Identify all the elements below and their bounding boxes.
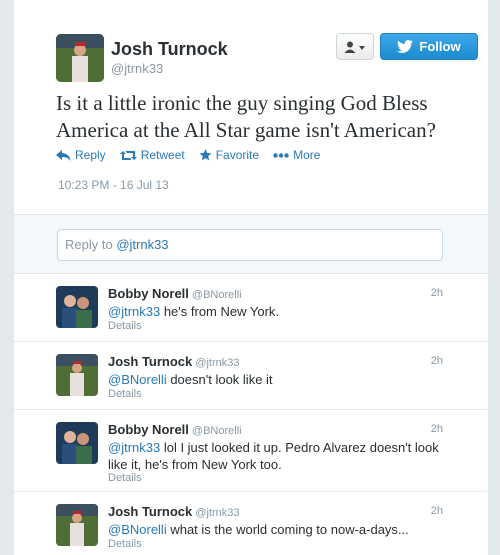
reply-details-link[interactable]: Details	[108, 388, 142, 400]
author-avatar[interactable]	[56, 34, 104, 82]
reply-avatar[interactable]	[56, 354, 98, 396]
user-menu-icon	[344, 41, 365, 53]
reply-time[interactable]: 2h	[431, 355, 443, 367]
reply-author-name: Bobby Norell	[108, 286, 189, 301]
favorite-label: Favorite	[215, 148, 260, 162]
reply-avatar[interactable]	[56, 422, 98, 464]
reply-item[interactable]: Josh Turnock @jtrnk33 2h @BNorelli what i…	[14, 492, 488, 555]
reply-author-name: Bobby Norell	[108, 422, 189, 437]
reply-input[interactable]: Reply to @jtrnk33	[57, 229, 443, 261]
reply-placeholder-mention: @jtrnk33	[116, 237, 169, 252]
reply-mention[interactable]: @BNorelli	[108, 372, 167, 387]
reply-text: @jtrnk33 lol I just looked it up. Pedro …	[108, 439, 446, 473]
reply-author-name: Josh Turnock	[108, 504, 193, 519]
more-dots-icon	[273, 152, 289, 158]
reply-time[interactable]: 2h	[431, 287, 443, 299]
follow-button[interactable]: Follow	[380, 33, 478, 60]
reply-placeholder-prefix: Reply to	[65, 237, 117, 252]
reply-mention[interactable]: @jtrnk33	[108, 304, 160, 319]
retweet-label: Retweet	[140, 148, 185, 162]
reply-mention[interactable]: @jtrnk33	[108, 440, 160, 455]
reply-item[interactable]: Bobby Norell @BNorelli 2h @jtrnk33 he's f…	[14, 274, 488, 342]
tweet-text: Is it a little ironic the guy singing Go…	[56, 91, 436, 142]
reply-label: Reply	[75, 148, 106, 162]
retweet-icon	[119, 150, 137, 160]
more-label: More	[293, 148, 321, 162]
reply-text: @BNorelli what is the world coming to no…	[108, 521, 446, 538]
replies-list: Bobby Norell @BNorelli 2h @jtrnk33 he's f…	[14, 274, 488, 555]
twitter-bird-icon	[397, 40, 414, 53]
reply-author-handle: @jtrnk33	[195, 507, 240, 519]
reply-action[interactable]: Reply	[56, 148, 106, 162]
reply-author[interactable]: Josh Turnock @jtrnk33	[108, 504, 239, 519]
author-name[interactable]: Josh Turnock	[111, 39, 228, 60]
reply-author[interactable]: Bobby Norell @BNorelli	[108, 422, 242, 437]
favorite-action[interactable]: Favorite	[199, 148, 259, 162]
reply-author[interactable]: Josh Turnock @jtrnk33	[108, 354, 239, 369]
reply-details-link[interactable]: Details	[108, 538, 142, 550]
reply-avatar[interactable]	[56, 286, 98, 328]
favorite-star-icon	[199, 149, 212, 161]
follow-label: Follow	[419, 39, 461, 54]
reply-author-handle: @jtrnk33	[195, 357, 240, 369]
reply-time[interactable]: 2h	[431, 423, 443, 435]
reply-author-handle: @BNorelli	[191, 425, 242, 437]
reply-author-name: Josh Turnock	[108, 354, 193, 369]
reply-item[interactable]: Bobby Norell @BNorelli 2h @jtrnk33 lol I …	[14, 410, 488, 492]
reply-text: @BNorelli doesn't look like it	[108, 371, 446, 388]
reply-body: what is the world coming to now-a-days..…	[166, 522, 409, 537]
more-action[interactable]: More	[273, 148, 320, 162]
reply-mention[interactable]: @BNorelli	[108, 522, 167, 537]
tweet-actions: Reply Retweet Favorite More	[56, 148, 334, 162]
retweet-action[interactable]: Retweet	[119, 148, 185, 162]
author-handle[interactable]: @jtrnk33	[111, 61, 163, 76]
tweet-card: Josh Turnock @jtrnk33 Follow Is it a lit…	[13, 0, 489, 555]
reply-body: he's from New York.	[160, 304, 280, 319]
reply-item[interactable]: Josh Turnock @jtrnk33 2h @BNorelli doesn'…	[14, 342, 488, 410]
reply-body: doesn't look like it	[166, 372, 273, 387]
reply-author[interactable]: Bobby Norell @BNorelli	[108, 286, 242, 301]
reply-time[interactable]: 2h	[431, 505, 443, 517]
reply-icon	[56, 149, 71, 161]
reply-details-link[interactable]: Details	[108, 320, 142, 332]
reply-details-link[interactable]: Details	[108, 472, 142, 484]
reply-composer: Reply to @jtrnk33	[14, 214, 488, 274]
tweet-timestamp[interactable]: 10:23 PM - 16 Jul 13	[58, 178, 169, 192]
reply-avatar[interactable]	[56, 504, 98, 546]
main-tweet: Josh Turnock @jtrnk33 Follow Is it a lit…	[14, 0, 488, 214]
user-actions-button[interactable]	[336, 33, 374, 60]
reply-author-handle: @BNorelli	[191, 289, 242, 301]
reply-text: @jtrnk33 he's from New York.	[108, 303, 446, 320]
